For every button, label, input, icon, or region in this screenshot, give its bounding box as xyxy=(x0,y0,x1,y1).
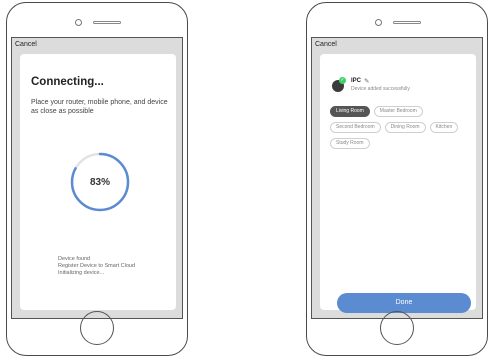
edit-pencil-icon[interactable]: ✎ xyxy=(364,77,369,85)
cancel-button[interactable]: Cancel xyxy=(315,41,337,48)
room-chip-list: Living Room Master Bedroom Second Bedroo… xyxy=(330,106,472,149)
device-added-card: ✓ IPC ✎ Device added successfully Living… xyxy=(320,54,476,313)
room-chip-kitchen[interactable]: Kitchen xyxy=(429,122,459,133)
phone-frame-left: Cancel Connecting... Place your router, … xyxy=(6,2,188,356)
device-status: Device added successfully xyxy=(351,86,410,92)
room-chip-living-room[interactable]: Living Room xyxy=(330,106,370,117)
room-chip-dining-room[interactable]: Dining Room xyxy=(384,122,426,133)
connecting-card: Connecting... Place your router, mobile … xyxy=(20,54,176,310)
progress-percentage: 83% xyxy=(89,177,110,188)
front-camera-icon xyxy=(375,19,382,26)
phone-frame-right: Cancel ✓ IPC ✎ Device added successfully… xyxy=(306,2,488,356)
home-button[interactable] xyxy=(380,311,414,345)
done-button[interactable]: Done xyxy=(337,293,471,313)
front-camera-icon xyxy=(75,19,82,26)
connecting-screen: Cancel Connecting... Place your router, … xyxy=(11,37,183,319)
connecting-title: Connecting... xyxy=(31,76,104,88)
device-name: IPC xyxy=(351,78,362,84)
earpiece-speaker xyxy=(393,21,421,24)
device-row: ✓ IPC ✎ Device added successfully xyxy=(332,77,472,94)
status-list: Device found Register Device to Smart Cl… xyxy=(58,256,135,277)
room-chip-study-room[interactable]: Study Room xyxy=(330,138,370,149)
status-line: Device found xyxy=(58,256,91,262)
home-button[interactable] xyxy=(80,311,114,345)
connecting-description: Place your router, mobile phone, and dev… xyxy=(31,99,168,115)
success-check-icon: ✓ xyxy=(339,77,346,84)
room-chip-master-bedroom[interactable]: Master Bedroom xyxy=(373,106,423,117)
status-line: Register Device to Smart Cloud xyxy=(58,263,136,269)
room-chip-second-bedroom[interactable]: Second Bedroom xyxy=(330,122,381,133)
cancel-button[interactable]: Cancel xyxy=(15,41,37,48)
status-line: Initializing device... xyxy=(58,270,105,276)
device-added-screen: Cancel ✓ IPC ✎ Device added successfully… xyxy=(311,37,483,319)
earpiece-speaker xyxy=(93,21,121,24)
